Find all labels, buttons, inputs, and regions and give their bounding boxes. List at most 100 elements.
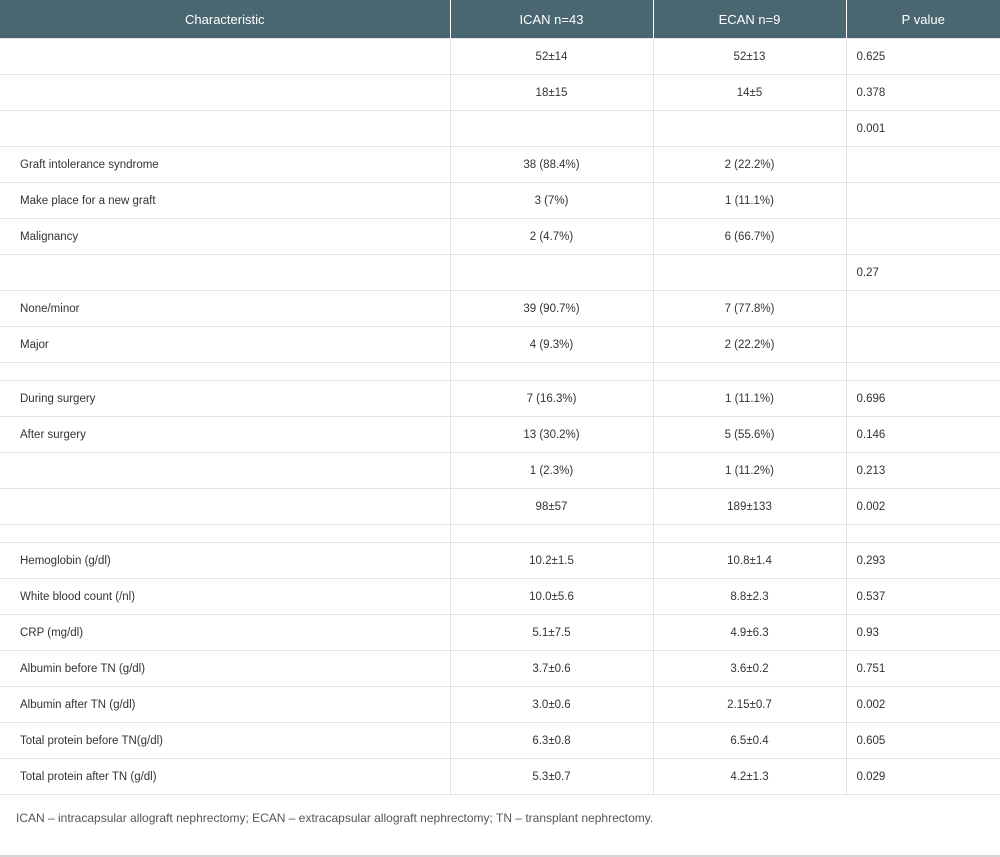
- cell-characteristic: CRP (mg/dl): [0, 614, 451, 651]
- cell-p-value: 0.001: [846, 110, 1000, 147]
- cell-ecan: 1 (11.1%): [653, 380, 847, 417]
- cell-p-value: 0.625: [846, 38, 1000, 75]
- table-row: [0, 524, 1000, 543]
- cell-ican: 13 (30.2%): [450, 416, 654, 453]
- header-ecan: ECAN n=9: [653, 0, 847, 39]
- cell-characteristic: None/minor: [0, 290, 451, 327]
- cell-characteristic: Albumin before TN (g/dl): [0, 650, 451, 687]
- cell-p-value: [846, 182, 1000, 219]
- cell-p-value: 0.696: [846, 380, 1000, 417]
- cell-characteristic: Make place for a new graft: [0, 182, 451, 219]
- cell-characteristic: Albumin after TN (g/dl): [0, 686, 451, 723]
- table-row: 0.27: [0, 254, 1000, 291]
- cell-p-value: 0.146: [846, 416, 1000, 453]
- table-row: Albumin before TN (g/dl) 3.7±0.6 3.6±0.2 0.…: [0, 650, 1000, 687]
- table-row: Hemoglobin (g/dl) 10.2±1.5 10.8±1.4 0.293: [0, 542, 1000, 579]
- cell-characteristic: Total protein before TN(g/dl): [0, 722, 451, 759]
- cell-ecan: [653, 254, 847, 291]
- cell-characteristic: [0, 488, 451, 525]
- table-row: Total protein after TN (g/dl) 5.3±0.7 4.2±…: [0, 758, 1000, 795]
- cell-ican: [450, 110, 654, 147]
- cell-p-value: 0.537: [846, 578, 1000, 615]
- cell-characteristic: [0, 110, 451, 147]
- table-footnote: ICAN – intracapsular allograft nephrecto…: [16, 811, 654, 825]
- cell-ecan: 10.8±1.4: [653, 542, 847, 579]
- table-row: 18±15 14±5 0.378: [0, 74, 1000, 111]
- cell-p-value: 0.029: [846, 758, 1000, 795]
- cell-p-value: 0.293: [846, 542, 1000, 579]
- cell-ecan: 6.5±0.4: [653, 722, 847, 759]
- cell-ecan: 2 (22.2%): [653, 326, 847, 363]
- cell-ican: 5.1±7.5: [450, 614, 654, 651]
- table-row: CRP (mg/dl) 5.1±7.5 4.9±6.3 0.93: [0, 614, 1000, 651]
- cell-p-value: 0.605: [846, 722, 1000, 759]
- cell-ican: [450, 254, 654, 291]
- header-row: Characteristic ICAN n=43 ECAN n=9 P valu…: [0, 0, 1000, 39]
- cell-characteristic: During surgery: [0, 380, 451, 417]
- cell-ecan: 6 (66.7%): [653, 218, 847, 255]
- cell-characteristic: Total protein after TN (g/dl): [0, 758, 451, 795]
- table-row: During surgery 7 (16.3%) 1 (11.1%) 0.696: [0, 380, 1000, 417]
- cell-ican: 3.7±0.6: [450, 650, 654, 687]
- cell-ecan: [653, 362, 847, 381]
- table-row: White blood count (/nl) 10.0±5.6 8.8±2.3 0.…: [0, 578, 1000, 615]
- table-row: 98±57 189±133 0.002: [0, 488, 1000, 525]
- cell-characteristic: Major: [0, 326, 451, 363]
- cell-ican: 3 (7%): [450, 182, 654, 219]
- cell-ecan: 4.9±6.3: [653, 614, 847, 651]
- cell-p-value: [846, 362, 1000, 381]
- cell-ican: 5.3±0.7: [450, 758, 654, 795]
- cell-ecan: 4.2±1.3: [653, 758, 847, 795]
- cell-p-value: 0.002: [846, 686, 1000, 723]
- cell-ecan: 2 (22.2%): [653, 146, 847, 183]
- cell-ican: 7 (16.3%): [450, 380, 654, 417]
- table-header: Characteristic ICAN n=43 ECAN n=9 P valu…: [0, 0, 1000, 39]
- cell-characteristic: Malignancy: [0, 218, 451, 255]
- cell-ecan: 1 (11.2%): [653, 452, 847, 489]
- cell-p-value: 0.378: [846, 74, 1000, 111]
- cell-ican: 39 (90.7%): [450, 290, 654, 327]
- header-ican: ICAN n=43: [450, 0, 654, 39]
- table-body: 52±14 52±13 0.625 18±15 14±5 0.378 0.001 Gra…: [0, 38, 1000, 795]
- cell-p-value: [846, 218, 1000, 255]
- table-row: [0, 362, 1000, 381]
- header-characteristic: Characteristic: [0, 0, 451, 39]
- cell-ican: 2 (4.7%): [450, 218, 654, 255]
- cell-ecan: 14±5: [653, 74, 847, 111]
- header-p-value: P value: [846, 0, 1000, 39]
- cell-ecan: 52±13: [653, 38, 847, 75]
- cell-characteristic: Graft intolerance syndrome: [0, 146, 451, 183]
- cell-p-value: [846, 524, 1000, 543]
- cell-ican: [450, 524, 654, 543]
- table-row: 52±14 52±13 0.625: [0, 38, 1000, 75]
- cell-characteristic: [0, 362, 451, 381]
- cell-ecan: 8.8±2.3: [653, 578, 847, 615]
- cell-p-value: [846, 326, 1000, 363]
- cell-p-value: 0.27: [846, 254, 1000, 291]
- cell-characteristic: [0, 74, 451, 111]
- cell-ecan: 5 (55.6%): [653, 416, 847, 453]
- cell-p-value: 0.93: [846, 614, 1000, 651]
- cell-ican: 10.2±1.5: [450, 542, 654, 579]
- table-row: Malignancy 2 (4.7%) 6 (66.7%): [0, 218, 1000, 255]
- table-row: 0.001: [0, 110, 1000, 147]
- cell-characteristic: [0, 524, 451, 543]
- cell-ican: 10.0±5.6: [450, 578, 654, 615]
- cell-characteristic: White blood count (/nl): [0, 578, 451, 615]
- cell-characteristic: Hemoglobin (g/dl): [0, 542, 451, 579]
- cell-characteristic: [0, 38, 451, 75]
- cell-ecan: 1 (11.1%): [653, 182, 847, 219]
- cell-ican: 4 (9.3%): [450, 326, 654, 363]
- table-row: After surgery 13 (30.2%) 5 (55.6%) 0.146: [0, 416, 1000, 453]
- cell-p-value: 0.213: [846, 452, 1000, 489]
- cell-p-value: [846, 146, 1000, 183]
- results-table: Characteristic ICAN n=43 ECAN n=9 P valu…: [0, 0, 1000, 795]
- cell-characteristic: After surgery: [0, 416, 451, 453]
- cell-ican: 98±57: [450, 488, 654, 525]
- cell-characteristic: [0, 452, 451, 489]
- cell-p-value: [846, 290, 1000, 327]
- cell-ican: 6.3±0.8: [450, 722, 654, 759]
- cell-ecan: 189±133: [653, 488, 847, 525]
- cell-p-value: 0.751: [846, 650, 1000, 687]
- cell-characteristic: [0, 254, 451, 291]
